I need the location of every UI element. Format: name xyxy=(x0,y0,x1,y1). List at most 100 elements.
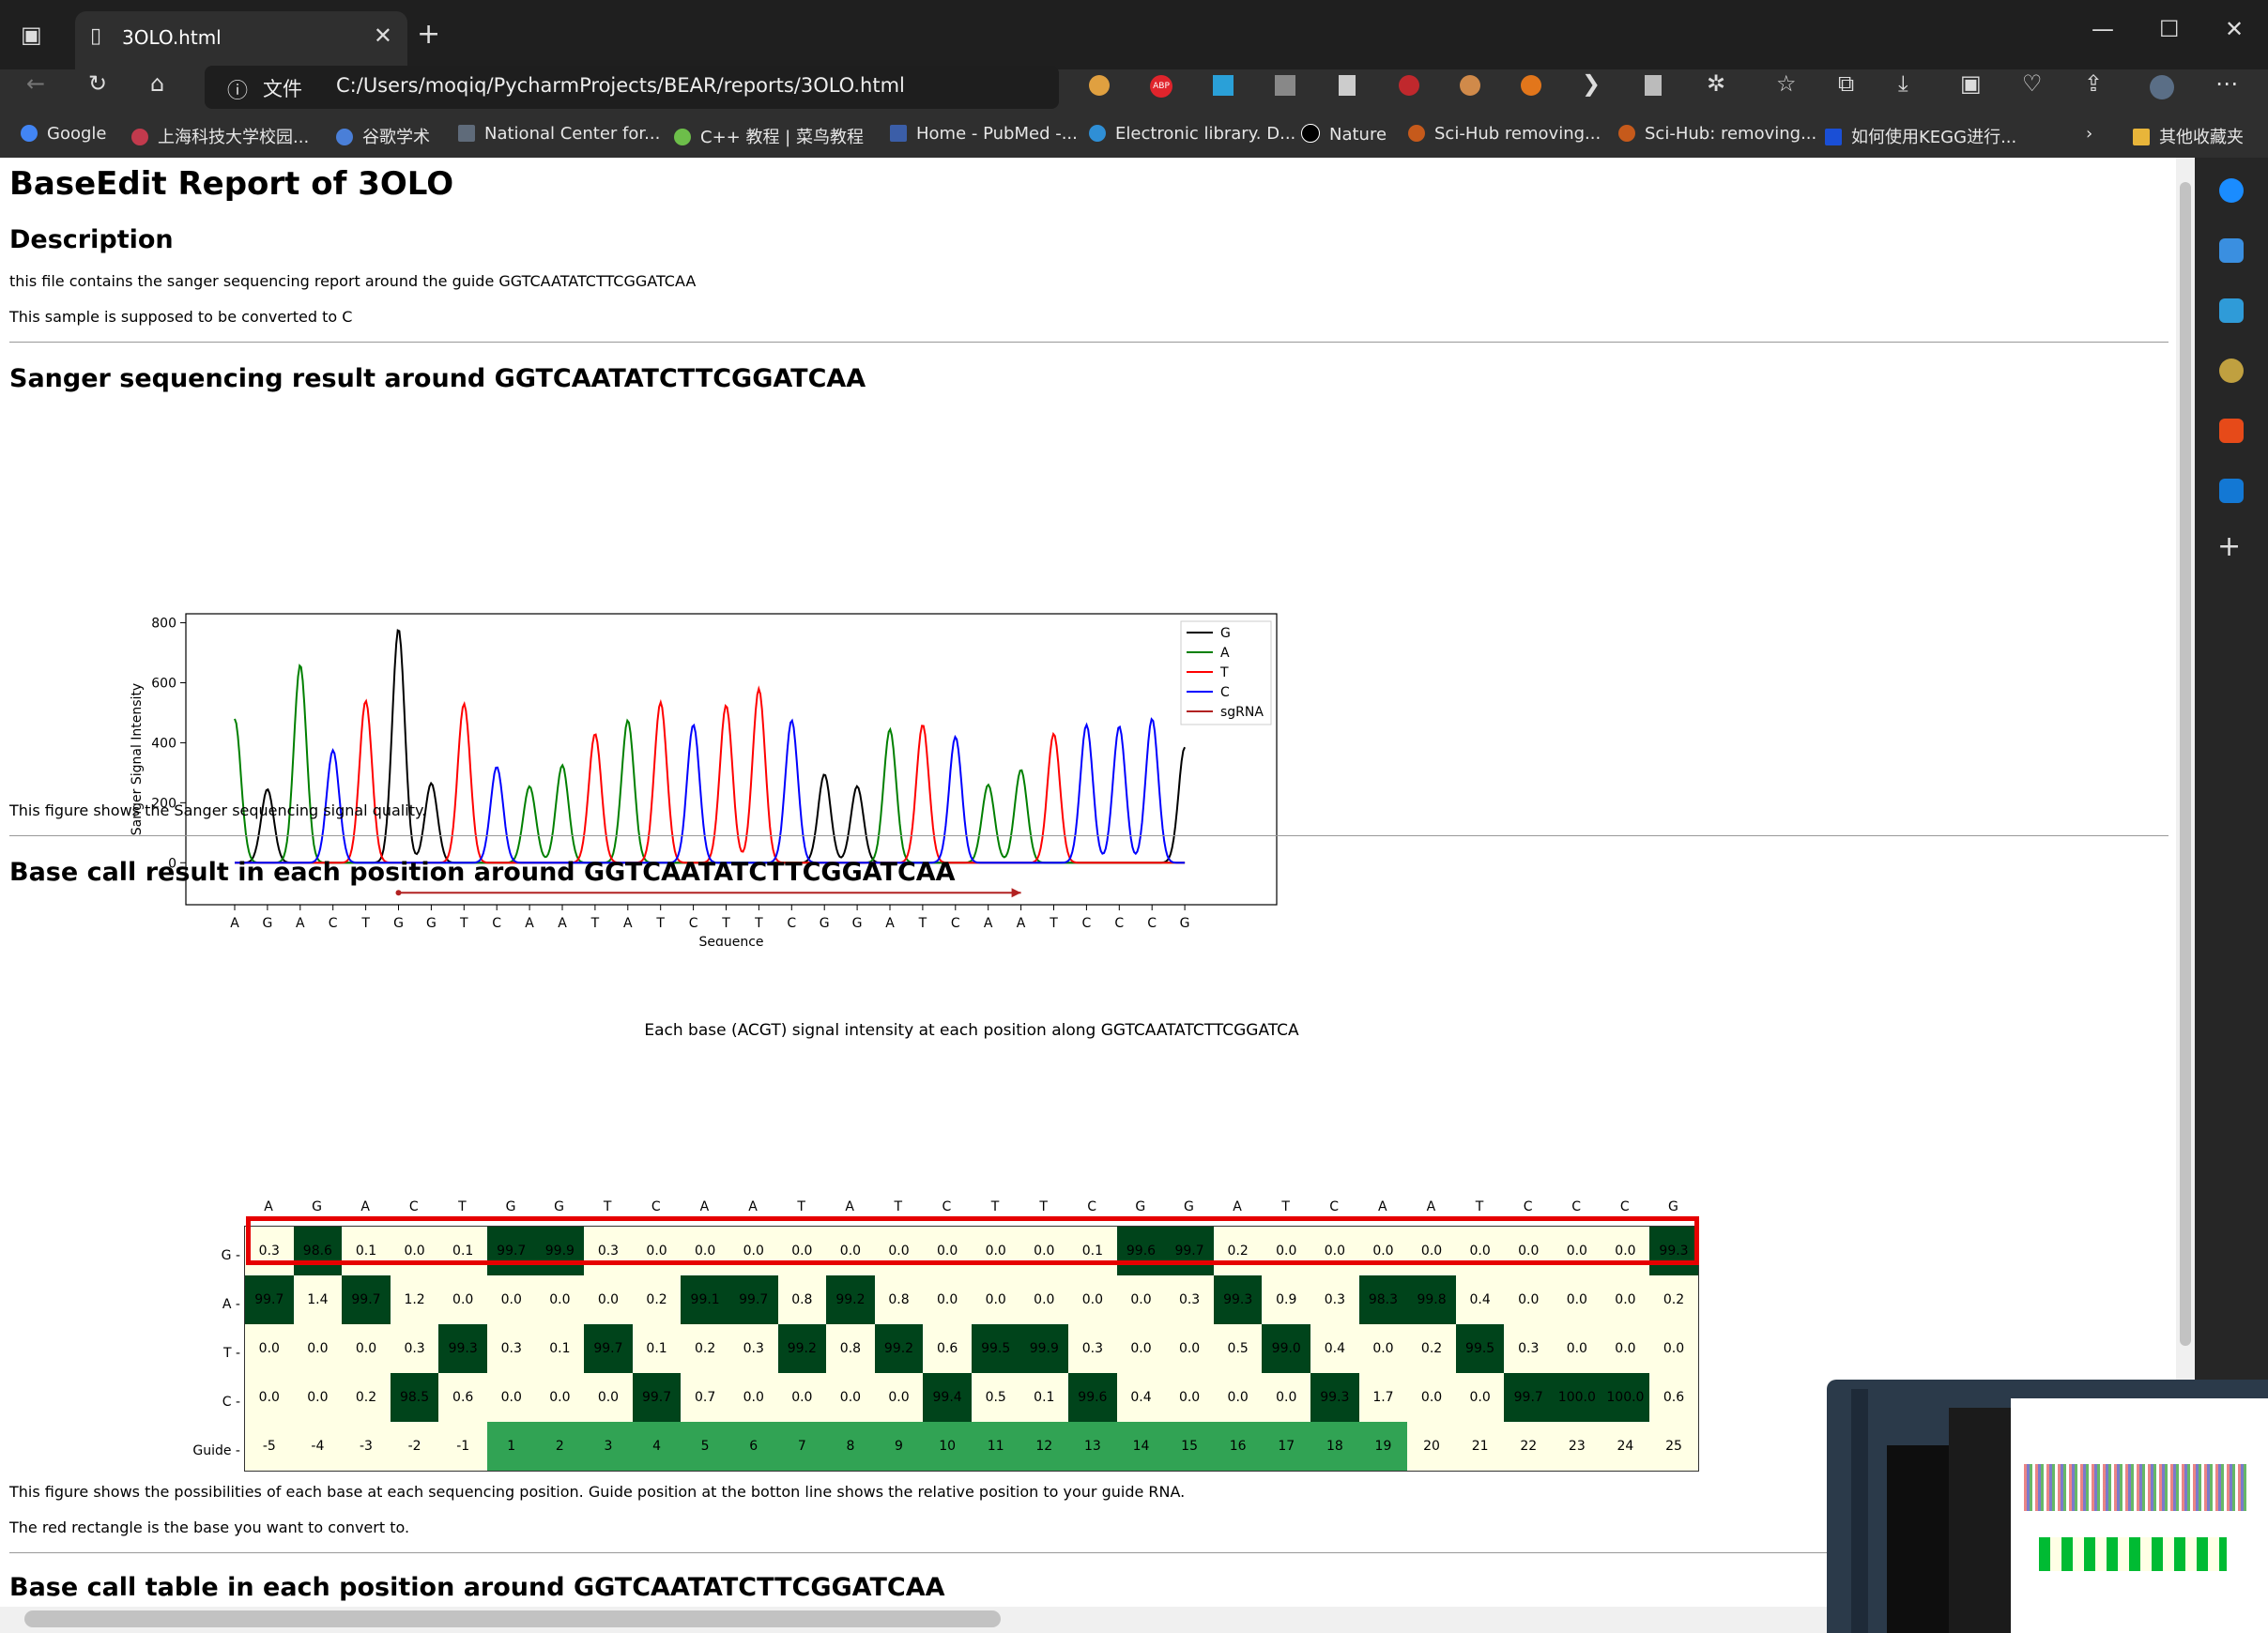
bookmark-item[interactable]: National Center for... xyxy=(458,124,660,144)
heatmap-cell: 0.0 xyxy=(923,1275,972,1324)
heatmap-cell: 99.6 xyxy=(1068,1373,1117,1422)
heatmap-column-label: C xyxy=(651,1199,661,1214)
heatmap-cell: -4 xyxy=(293,1422,343,1472)
favorites-icon[interactable]: ☆ xyxy=(1776,69,1797,98)
heatmap-cell: 8 xyxy=(826,1422,875,1472)
report-title: BaseEdit Report of 3OLO xyxy=(9,165,454,203)
heatmap-cell: 0.1 xyxy=(1019,1373,1069,1422)
back-icon[interactable]: ← xyxy=(26,69,45,98)
tab-active[interactable]: ▯ 3OLO.html ✕ xyxy=(75,11,407,69)
close-window-icon[interactable]: ✕ xyxy=(2225,15,2244,43)
extensions-puzzle-icon[interactable]: ✲ xyxy=(1707,69,1725,98)
x-axis-label: Sequence xyxy=(698,935,763,946)
home-icon[interactable]: ⌂ xyxy=(150,69,164,98)
window-preview-thumbnail[interactable] xyxy=(1827,1380,2268,1633)
horizontal-scroll-thumb[interactable] xyxy=(24,1610,1001,1627)
x-tick-label: A xyxy=(525,916,534,931)
heatmap-cell: 17 xyxy=(1262,1422,1311,1472)
description-line-1: this file contains the sanger sequencing… xyxy=(9,272,697,290)
heatmap-column-label: G xyxy=(312,1199,323,1214)
bookmark-item[interactable]: Google xyxy=(21,124,106,144)
downloads-icon[interactable]: ⤓ xyxy=(1898,69,1908,98)
close-tab-icon[interactable]: ✕ xyxy=(374,23,392,49)
math-solver-icon[interactable]: ▣ xyxy=(1960,69,1982,98)
heatmap-cell: 0.0 xyxy=(293,1373,343,1422)
bookmark-item[interactable]: C++ 教程 | 菜鸟教程 xyxy=(674,124,864,148)
extension-icon[interactable]: ❯ xyxy=(1582,69,1601,98)
add-icon[interactable]: + xyxy=(2217,533,2241,561)
games-icon[interactable] xyxy=(2219,359,2244,383)
heatmap-cell: 0.9 xyxy=(1262,1275,1311,1324)
y-tick-label: 400 xyxy=(151,736,176,751)
bookmark-item[interactable]: Home - PubMed -... xyxy=(890,124,1078,144)
extension-icon[interactable] xyxy=(1460,75,1480,96)
minimize-icon[interactable]: — xyxy=(2092,15,2114,43)
extension-icon[interactable] xyxy=(1645,75,1662,96)
bookmark-item[interactable]: Sci-Hub removing... xyxy=(1408,124,1601,144)
x-tick-label: C xyxy=(492,916,501,931)
heatmap-cell: 99.7 xyxy=(1504,1373,1554,1422)
extension-icon[interactable] xyxy=(1399,75,1419,96)
tab-actions-icon[interactable]: ▣ xyxy=(21,21,42,49)
extension-icon[interactable] xyxy=(1275,75,1295,96)
heatmap-cell: 0.0 xyxy=(486,1275,536,1324)
extension-icon[interactable] xyxy=(1089,75,1110,96)
bookmark-item[interactable]: Nature xyxy=(1301,124,1387,145)
url-text[interactable]: C:/Users/moqiq/PycharmProjects/BEAR/repo… xyxy=(336,74,905,97)
vertical-scroll-thumb[interactable] xyxy=(2180,182,2191,1346)
heatmap-row-label: G - xyxy=(221,1248,240,1263)
x-tick-label: A xyxy=(623,916,633,931)
profile-avatar[interactable] xyxy=(2150,75,2174,99)
refresh-icon[interactable]: ↻ xyxy=(88,69,107,98)
performance-icon[interactable]: ♡ xyxy=(2022,69,2043,98)
extension-icon[interactable] xyxy=(1213,75,1234,96)
outlook-icon[interactable] xyxy=(2219,479,2244,503)
more-menu-icon[interactable]: ⋯ xyxy=(2215,69,2238,98)
x-tick-label: T xyxy=(655,916,665,931)
search-icon[interactable] xyxy=(2219,178,2244,203)
heatmap-column-label: C xyxy=(408,1199,419,1214)
heatmap-cell: 12 xyxy=(1019,1422,1069,1472)
legend-label: A xyxy=(1220,646,1230,661)
heatmap-cell: 99.7 xyxy=(632,1373,682,1422)
chevron-right-icon[interactable]: › xyxy=(2086,124,2092,144)
heatmap-cell: 21 xyxy=(1455,1422,1505,1472)
table-heading: Base call table in each position around … xyxy=(9,1573,945,1602)
office-icon[interactable] xyxy=(2219,419,2244,443)
heatmap-cell: 0.0 xyxy=(486,1373,536,1422)
bookmark-item[interactable]: Sci-Hub: removing... xyxy=(1618,124,1816,144)
collections-icon[interactable]: ⧉ xyxy=(1838,69,1854,98)
new-tab-icon[interactable]: + xyxy=(417,21,440,49)
x-tick-label: T xyxy=(754,916,763,931)
share-icon[interactable]: ⇪ xyxy=(2084,69,2103,98)
heatmap-cell: 0.0 xyxy=(1116,1324,1166,1373)
x-tick-label: G xyxy=(1180,916,1190,931)
heatmap-cell: 0.1 xyxy=(535,1324,585,1373)
bookmark-item[interactable]: 上海科技大学校园... xyxy=(131,124,309,148)
heatmap-cell: 0.2 xyxy=(1649,1275,1699,1324)
bookmark-item[interactable]: Electronic library. D... xyxy=(1089,124,1295,144)
heatmap-cell: 99.2 xyxy=(826,1275,875,1324)
library-icon xyxy=(1089,125,1106,142)
scihub-icon xyxy=(1618,125,1635,142)
heatmap-column-label: G xyxy=(505,1199,516,1214)
other-bookmarks[interactable]: 其他收藏夹 xyxy=(2133,124,2244,148)
document-icon[interactable] xyxy=(1339,75,1356,96)
heatmap-cell: 0.3 xyxy=(390,1324,439,1373)
bookmark-item[interactable]: 谷歌学术 xyxy=(336,124,430,148)
heatmap-cell: 9 xyxy=(874,1422,924,1472)
metamask-icon[interactable] xyxy=(1521,75,1541,96)
info-icon[interactable]: ⓘ xyxy=(227,74,248,104)
heatmap-cell: 0.0 xyxy=(244,1373,294,1422)
heatmap-cell: 99.7 xyxy=(584,1324,633,1373)
tools-icon[interactable] xyxy=(2219,298,2244,323)
kegg-icon xyxy=(1825,129,1842,145)
maximize-icon[interactable]: ☐ xyxy=(2159,15,2180,43)
bookmark-item[interactable]: 如何使用KEGG进行... xyxy=(1825,124,2016,148)
scholar-icon xyxy=(336,129,353,145)
adblock-icon[interactable]: ABP xyxy=(1150,75,1172,98)
shopping-tag-icon[interactable] xyxy=(2219,238,2244,263)
heatmap-cell: 22 xyxy=(1504,1422,1554,1472)
heatmap-cell: 10 xyxy=(923,1422,972,1472)
address-bar[interactable]: ⓘ 文件 C:/Users/moqiq/PycharmProjects/BEAR… xyxy=(205,66,1059,109)
